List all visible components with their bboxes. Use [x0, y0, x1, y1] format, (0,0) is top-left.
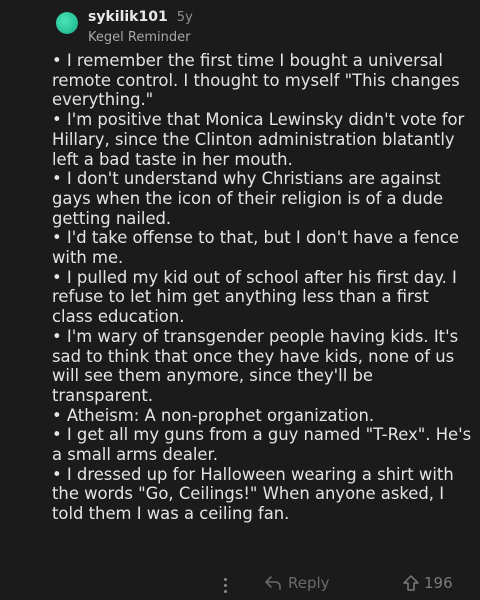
upvote-count: 196: [424, 574, 453, 592]
username[interactable]: sykilik101: [88, 9, 168, 25]
comment-line: • I dressed up for Halloween wearing a s…: [52, 464, 454, 524]
comment-line: • I get all my guns from a guy named "T-…: [52, 425, 472, 465]
reply-button[interactable]: Reply: [264, 574, 330, 592]
comment-card: sykilik101 5y Kegel Reminder • I remembe…: [0, 0, 480, 600]
comment-line: • I'm positive that Monica Lewinsky didn…: [52, 110, 465, 169]
comment-line: • I'd take offense to that, but I don't …: [52, 228, 459, 268]
comment-line: • I'm wary of transgender people having …: [52, 326, 459, 405]
reply-label: Reply: [288, 574, 330, 592]
comment-line: • I don't understand why Christians are …: [52, 169, 444, 228]
comment-line: • I pulled my kid out of school after hi…: [52, 267, 457, 327]
comment-actions: Reply 196: [52, 572, 472, 598]
upvote-arrow-icon[interactable]: [402, 574, 420, 592]
upvote-control: 196: [402, 574, 453, 592]
comment-age: 5y: [176, 10, 193, 25]
comment-meta: sykilik101 5y Kegel Reminder: [88, 6, 193, 48]
more-vertical-icon[interactable]: [218, 574, 232, 596]
reply-arrow-icon: [265, 576, 281, 590]
comment-line: • Atheism: A non-prophet organization.: [52, 405, 375, 425]
user-flair: Kegel Reminder: [88, 30, 191, 45]
avatar[interactable]: [56, 12, 78, 34]
comment-body: • I remember the first time I bought a u…: [52, 51, 474, 524]
comment-line: • I remember the first time I bought a u…: [52, 51, 460, 110]
